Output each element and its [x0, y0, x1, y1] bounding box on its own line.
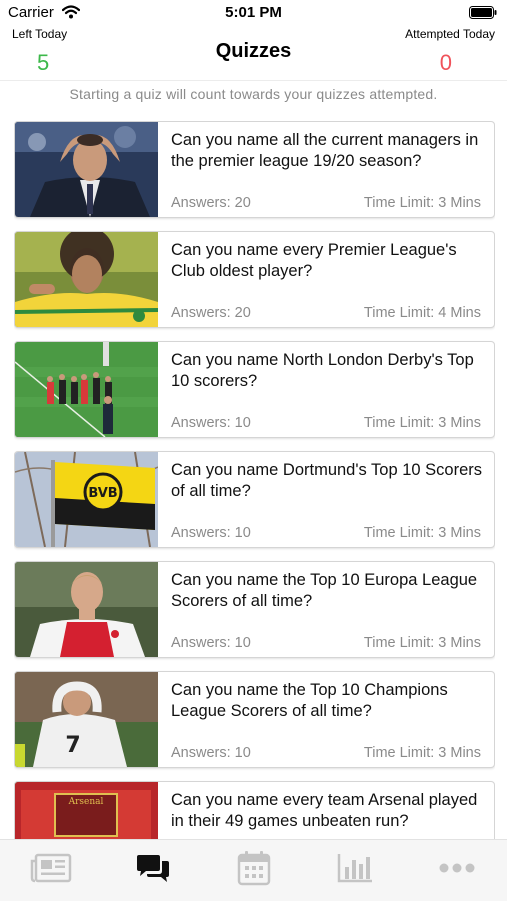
quiz-card[interactable]: Can you name the Top 10 Europa League Sc… — [14, 561, 495, 658]
quiz-time-limit: Time Limit: 3 Mins — [363, 415, 481, 431]
header-divider — [0, 80, 507, 81]
quiz-list[interactable]: Can you name all the current managers in… — [14, 121, 495, 839]
quiz-answers-count: Answers: 10 — [171, 525, 251, 541]
quiz-time-limit: Time Limit: 3 Mins — [363, 635, 481, 651]
newspaper-icon — [30, 853, 72, 888]
quiz-thumbnail: BVB — [15, 452, 158, 547]
attempt-notice: Starting a quiz will count towards your … — [69, 86, 438, 102]
left-today-label: Left Today — [12, 27, 68, 41]
quiz-title: Can you name the Top 10 Europa League Sc… — [171, 571, 478, 610]
bar-chart-icon — [337, 853, 373, 888]
quiz-answers-count: Answers: 10 — [171, 745, 251, 761]
quiz-card[interactable]: BVB Can you name Dortmund's Top 10 Score… — [14, 451, 495, 548]
quiz-title: Can you name Dortmund's Top 10 Scorers o… — [171, 461, 483, 500]
quiz-card[interactable]: 7 Can you name the Top 10 Champions Leag… — [14, 671, 495, 768]
quiz-card[interactable]: Can you name every Premier League's Club… — [14, 231, 495, 328]
page-title: Quizzes — [215, 40, 292, 62]
tab-bar — [0, 839, 507, 901]
quiz-time-limit: Time Limit: 3 Mins — [363, 745, 481, 761]
tab-calendar[interactable] — [229, 850, 279, 890]
status-bar: Carrier 5:01 PM — [0, 0, 507, 26]
quiz-answers-count: Answers: 20 — [171, 195, 251, 211]
tab-news[interactable] — [26, 850, 76, 890]
quiz-time-limit: Time Limit: 4 Mins — [363, 305, 481, 321]
svg-text:BVB: BVB — [88, 486, 117, 501]
attempted-today-label: Attempted Today — [405, 27, 495, 41]
quiz-title: Can you name every team Arsenal played i… — [171, 791, 478, 830]
quiz-thumbnail: Arsenal — [15, 782, 158, 839]
quiz-thumbnail — [15, 562, 158, 657]
tab-stats[interactable] — [330, 850, 380, 890]
calendar-icon — [237, 850, 271, 891]
quiz-answers-count: Answers: 10 — [171, 415, 251, 431]
tab-more[interactable] — [432, 850, 482, 890]
status-time: 5:01 PM — [225, 4, 282, 21]
quiz-title: Can you name the Top 10 Champions League… — [171, 681, 448, 720]
more-icon — [439, 861, 475, 879]
svg-text:7: 7 — [65, 733, 80, 758]
quiz-title: Can you name all the current managers in… — [171, 131, 479, 170]
tab-quizzes[interactable] — [128, 850, 178, 890]
attempted-today-value: 0 — [439, 50, 452, 75]
quiz-time-limit: Time Limit: 3 Mins — [363, 195, 481, 211]
quiz-title: Can you name North London Derby's Top 10… — [171, 351, 474, 390]
quiz-card[interactable]: Can you name North London Derby's Top 10… — [14, 341, 495, 438]
quiz-thumbnail — [15, 122, 158, 217]
quiz-title: Can you name every Premier League's Club… — [171, 241, 457, 280]
battery-icon — [469, 6, 497, 24]
quiz-thumbnail — [15, 232, 158, 327]
quiz-thumbnail — [15, 342, 158, 437]
quiz-time-limit: Time Limit: 3 Mins — [363, 525, 481, 541]
quiz-card[interactable]: Can you name all the current managers in… — [14, 121, 495, 218]
svg-text:Arsenal: Arsenal — [68, 797, 104, 807]
quiz-answers-count: Answers: 10 — [171, 635, 251, 651]
quiz-card[interactable]: Arsenal Can you name every team Arsenal … — [14, 781, 495, 839]
chat-bubbles-icon — [136, 852, 170, 889]
quiz-thumbnail: 7 — [15, 672, 158, 767]
quiz-answers-count: Answers: 20 — [171, 305, 251, 321]
